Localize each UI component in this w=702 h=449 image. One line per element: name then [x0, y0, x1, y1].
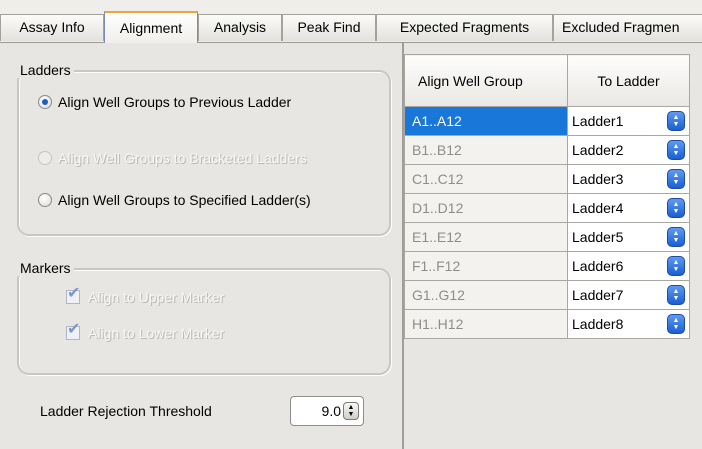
tab-strip: Assay Info Alignment Analysis Peak Find …: [0, 0, 702, 43]
tab-peak-find[interactable]: Peak Find: [282, 14, 376, 41]
radio-specified-ladders[interactable]: Align Well Groups to Specified Ladder(s): [38, 189, 311, 211]
column-header-to-ladder[interactable]: To Ladder: [567, 54, 690, 107]
checkbox-lower-marker-box: ✔: [66, 322, 80, 340]
combo-arrows-icon[interactable]: ▲ ▼: [667, 314, 685, 334]
tab-assay-info[interactable]: Assay Info: [0, 14, 104, 41]
ladder-select[interactable]: Ladder4 ▲ ▼: [568, 195, 689, 222]
combo-arrows-icon[interactable]: ▲ ▼: [667, 140, 685, 160]
column-header-align-well-group[interactable]: Align Well Group: [404, 54, 568, 107]
table-row[interactable]: H1..H12 Ladder8 ▲ ▼: [404, 309, 690, 339]
ladder-cell[interactable]: Ladder3 ▲ ▼: [567, 164, 690, 194]
ladder-select-value: Ladder7: [572, 287, 624, 303]
tab-analysis[interactable]: Analysis: [198, 14, 282, 41]
combo-arrows-icon[interactable]: ▲ ▼: [667, 256, 685, 276]
table-row[interactable]: E1..E12 Ladder5 ▲ ▼: [404, 222, 690, 252]
ladders-group-label: Ladders: [17, 62, 74, 78]
threshold-spinner[interactable]: 9.0 ▲ ▼: [290, 396, 364, 426]
combo-arrows-icon[interactable]: ▲ ▼: [667, 285, 685, 305]
ladder-select[interactable]: Ladder5 ▲ ▼: [568, 224, 689, 251]
ladder-select-value: Ladder8: [572, 316, 624, 332]
ladder-cell[interactable]: Ladder4 ▲ ▼: [567, 193, 690, 223]
ladder-select[interactable]: Ladder2 ▲ ▼: [568, 137, 689, 164]
combo-arrows-icon[interactable]: ▲ ▼: [667, 227, 685, 247]
markers-group-label: Markers: [17, 260, 74, 276]
combo-arrows-icon[interactable]: ▲ ▼: [667, 198, 685, 218]
ladder-select[interactable]: Ladder7 ▲ ▼: [568, 282, 689, 309]
well-group-cell[interactable]: A1..A12: [404, 106, 568, 136]
ladder-cell[interactable]: Ladder6 ▲ ▼: [567, 251, 690, 281]
alignment-options-pane: Ladders Align Well Groups to Previous La…: [0, 43, 402, 449]
radio-bracketed-ladders: Align Well Groups to Bracketed Ladders: [38, 147, 307, 169]
table-row[interactable]: C1..C12 Ladder3 ▲ ▼: [404, 164, 690, 194]
ladder-select-value: Ladder5: [572, 229, 624, 245]
tab-alignment[interactable]: Alignment: [104, 11, 198, 43]
ladder-assignment-pane: Align Well Group To Ladder A1..A12 Ladde…: [402, 43, 702, 449]
checkbox-lower-marker: ✔ Align to Lower Marker: [66, 322, 224, 344]
checkbox-upper-marker: ✔ Align to Upper Marker: [66, 286, 224, 308]
ladder-select[interactable]: Ladder1 ▲ ▼: [568, 108, 689, 135]
radio-button-selected[interactable]: [38, 95, 52, 109]
radio-button[interactable]: [38, 193, 52, 207]
ladder-select-value: Ladder3: [572, 171, 624, 187]
table-row[interactable]: A1..A12 Ladder1 ▲ ▼: [404, 106, 690, 136]
spin-down-arrow-icon[interactable]: ▼: [348, 411, 355, 418]
combo-arrows-icon[interactable]: ▲ ▼: [667, 169, 685, 189]
threshold-value[interactable]: 9.0: [322, 403, 341, 419]
checkmark-icon: ✔: [67, 321, 81, 338]
ladder-select[interactable]: Ladder6 ▲ ▼: [568, 253, 689, 280]
well-group-cell[interactable]: H1..H12: [404, 309, 568, 339]
ladder-select[interactable]: Ladder8 ▲ ▼: [568, 311, 689, 338]
ladder-cell[interactable]: Ladder2 ▲ ▼: [567, 135, 690, 165]
well-group-cell[interactable]: D1..D12: [404, 193, 568, 223]
ladder-select[interactable]: Ladder3 ▲ ▼: [568, 166, 689, 193]
spinner-buttons[interactable]: ▲ ▼: [343, 402, 359, 420]
table-row[interactable]: B1..B12 Ladder2 ▲ ▼: [404, 135, 690, 165]
ladder-select-value: Ladder2: [572, 142, 624, 158]
well-group-cell[interactable]: C1..C12: [404, 164, 568, 194]
table-row[interactable]: G1..G12 Ladder7 ▲ ▼: [404, 280, 690, 310]
ladder-cell[interactable]: Ladder1 ▲ ▼: [567, 106, 690, 136]
ladder-select-value: Ladder6: [572, 258, 624, 274]
threshold-label: Ladder Rejection Threshold: [40, 403, 212, 419]
radio-bracketed-ladders-label: Align Well Groups to Bracketed Ladders: [58, 150, 307, 166]
table-row[interactable]: F1..F12 Ladder6 ▲ ▼: [404, 251, 690, 281]
checkbox-lower-marker-label: Align to Lower Marker: [88, 325, 225, 341]
spin-up-arrow-icon[interactable]: ▲: [348, 404, 355, 411]
well-group-cell[interactable]: F1..F12: [404, 251, 568, 281]
table-row[interactable]: D1..D12 Ladder4 ▲ ▼: [404, 193, 690, 223]
radio-previous-ladder[interactable]: Align Well Groups to Previous Ladder: [38, 91, 291, 113]
radio-previous-ladder-label: Align Well Groups to Previous Ladder: [58, 94, 292, 110]
radio-specified-ladders-label: Align Well Groups to Specified Ladder(s): [58, 192, 311, 208]
ladder-cell[interactable]: Ladder5 ▲ ▼: [567, 222, 690, 252]
ladder-select-value: Ladder4: [572, 200, 624, 216]
ladder-cell[interactable]: Ladder8 ▲ ▼: [567, 309, 690, 339]
checkbox-upper-marker-label: Align to Upper Marker: [88, 289, 225, 305]
radio-button-disabled: [38, 151, 52, 165]
well-group-cell[interactable]: G1..G12: [404, 280, 568, 310]
tab-expected-fragments[interactable]: Expected Fragments: [376, 14, 553, 41]
well-group-cell[interactable]: E1..E12: [404, 222, 568, 252]
checkbox-upper-marker-box: ✔: [66, 286, 80, 304]
well-group-cell[interactable]: B1..B12: [404, 135, 568, 165]
ladder-cell[interactable]: Ladder7 ▲ ▼: [567, 280, 690, 310]
combo-arrows-icon[interactable]: ▲ ▼: [667, 111, 685, 131]
tab-excluded-fragments[interactable]: Excluded Fragmen: [553, 14, 702, 41]
checkmark-icon: ✔: [67, 285, 81, 302]
ladder-assignment-grid: Align Well Group To Ladder A1..A12 Ladde…: [404, 54, 690, 339]
ladder-select-value: Ladder1: [572, 113, 624, 129]
